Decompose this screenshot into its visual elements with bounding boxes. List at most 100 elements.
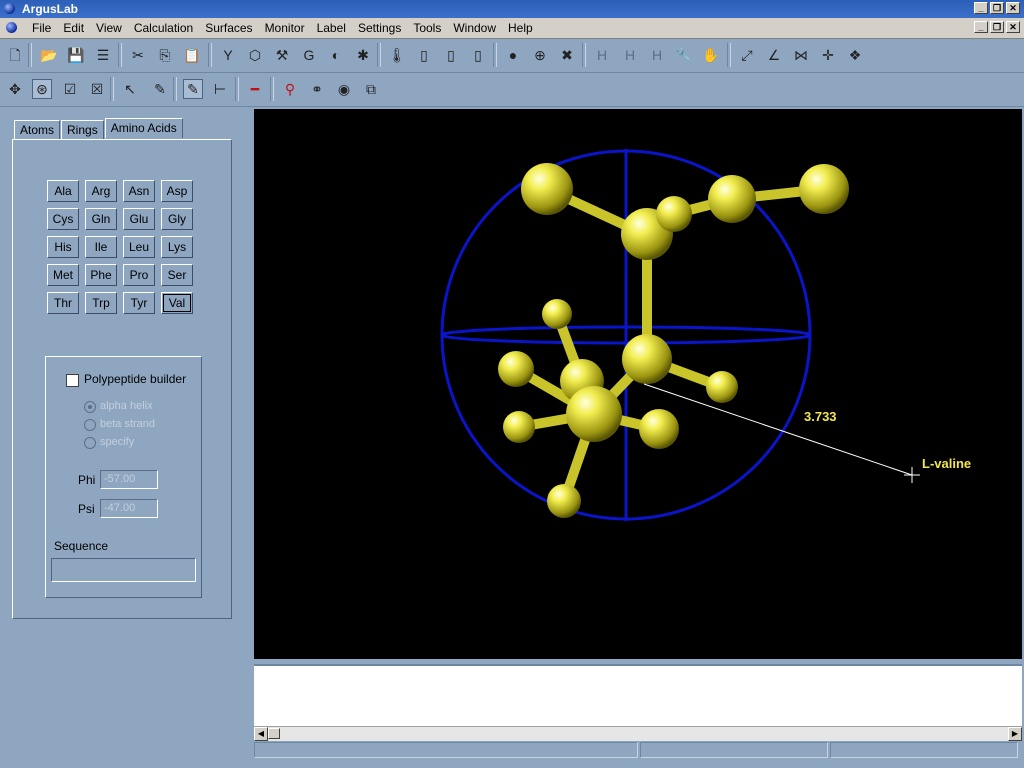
cage-icon[interactable]: ❖ [845,45,865,65]
dihedral-icon[interactable]: ⋈ [791,45,811,65]
document-icon[interactable] [6,22,17,33]
battery-mid-icon[interactable]: ▯ [441,45,461,65]
menu-edit[interactable]: Edit [57,20,90,36]
copy-icon[interactable]: ⎘ [155,45,175,65]
psi-field[interactable]: -47.00 [100,499,158,518]
menu-tools[interactable]: Tools [407,20,447,36]
menu-label[interactable]: Label [311,20,352,36]
amino-acid-button-met[interactable]: Met [47,264,79,286]
beta-strand-label: beta strand [100,418,156,430]
build-icon[interactable]: ⚒ [272,45,292,65]
phi-field[interactable]: -57.00 [100,470,158,489]
horizontal-scrollbar[interactable]: ◀ ▶ [254,726,1022,741]
wrench-icon[interactable]: 🔧 [674,45,694,65]
bond-icon[interactable]: ⤢ [737,45,757,65]
minimize-button[interactable]: _ [974,2,988,14]
windows-icon[interactable]: ⧉ [361,79,381,99]
amino-acid-button-val[interactable]: Val [161,292,193,314]
molecule-viewport[interactable]: 3.733 L-valine [254,109,1022,659]
doc-close-button[interactable]: ✕ [1006,21,1020,33]
ring-icon[interactable]: ⬡ [245,45,265,65]
amino-acid-button-ser[interactable]: Ser [161,264,193,286]
cut-icon[interactable]: ✂ [128,45,148,65]
two-atoms-icon[interactable]: ⚭ [307,79,327,99]
menu-settings[interactable]: Settings [352,20,407,36]
amino-acid-button-ile[interactable]: Ile [85,236,117,258]
hand-icon[interactable]: ✋ [701,45,721,65]
amino-acid-button-arg[interactable]: Arg [85,180,117,202]
scroll-thumb[interactable] [268,728,280,739]
specify-radio[interactable] [84,437,96,449]
translate-icon[interactable]: ✥ [5,79,25,99]
status-bar [254,742,1022,760]
scroll-right-button[interactable]: ▶ [1008,727,1022,741]
rotate-icon[interactable]: G [299,45,319,65]
pointer-icon[interactable]: ↖ [120,79,140,99]
menu-window[interactable]: Window [447,20,502,36]
beta-strand-radio[interactable] [84,419,96,431]
fragment-icon[interactable]: Y [218,45,238,65]
amino-acid-button-glu[interactable]: Glu [123,208,155,230]
amino-acid-button-ala[interactable]: Ala [47,180,79,202]
output-console[interactable] [254,664,1022,728]
sequence-input[interactable] [51,558,196,582]
doc-minimize-button[interactable]: _ [974,21,988,33]
restore-button[interactable]: ❐ [990,2,1004,14]
pencil-icon[interactable]: ✎ [150,79,170,99]
molecule-icon[interactable]: ✱ [353,45,373,65]
amino-acid-button-gln[interactable]: Gln [85,208,117,230]
minus-bond-icon[interactable]: ━ [245,79,265,99]
list-icon[interactable]: ☰ [93,45,113,65]
colored-spheres-icon[interactable]: ◉ [334,79,354,99]
add-atom-icon[interactable]: ⊕ [530,45,550,65]
amino-acid-button-phe[interactable]: Phe [85,264,117,286]
polypeptide-checkbox[interactable] [66,374,79,387]
save-icon[interactable]: 💾 [66,45,86,65]
scroll-left-button[interactable]: ◀ [254,727,268,741]
menu-surfaces[interactable]: Surfaces [199,20,258,36]
new-file-icon[interactable]: 🗋 [5,45,25,65]
paste-icon[interactable]: 📋 [182,45,202,65]
thermometer-icon[interactable]: 🌡 [387,45,407,65]
amino-acid-button-lys[interactable]: Lys [161,236,193,258]
amino-acid-button-his[interactable]: His [47,236,79,258]
hydrogen-remove-icon[interactable]: H [647,45,667,65]
angle-icon[interactable]: ∠ [764,45,784,65]
menu-view[interactable]: View [90,20,128,36]
molecule-canvas[interactable]: 3.733 L-valine [254,109,1022,659]
rotate-view-icon[interactable]: ⊛ [32,79,52,99]
amino-acid-button-leu[interactable]: Leu [123,236,155,258]
amino-acid-button-asn[interactable]: Asn [123,180,155,202]
hydrogen-icon[interactable]: H [592,45,612,65]
battery-low-icon[interactable]: ▯ [414,45,434,65]
doc-restore-button[interactable]: ❐ [990,21,1004,33]
menu-monitor[interactable]: Monitor [259,20,311,36]
amino-acid-button-asp[interactable]: Asp [161,180,193,202]
amino-acid-button-gly[interactable]: Gly [161,208,193,230]
tab-amino-acids[interactable]: Amino Acids [104,118,183,138]
amino-acid-button-cys[interactable]: Cys [47,208,79,230]
alpha-helix-radio[interactable] [84,401,96,413]
deselect-icon[interactable]: ☒ [87,79,107,99]
tab-rings[interactable]: Rings [61,120,104,140]
atom-dot-icon[interactable]: ● [503,45,523,65]
menu-calculation[interactable]: Calculation [128,20,199,36]
battery-high-icon[interactable]: ▯ [468,45,488,65]
tab-atoms[interactable]: Atoms [14,120,61,140]
draw-bond-icon[interactable]: ✎ [183,79,203,99]
hydrogen-edit-icon[interactable]: H [620,45,640,65]
amino-acid-button-trp[interactable]: Trp [85,292,117,314]
axes-icon[interactable]: ✛ [818,45,838,65]
select-icon[interactable]: ☑ [60,79,80,99]
amino-acid-button-pro[interactable]: Pro [123,264,155,286]
open-folder-icon[interactable]: 📂 [39,45,59,65]
close-button[interactable]: ✕ [1006,2,1020,14]
tree-icon[interactable]: ⊢ [210,79,230,99]
surface-icon[interactable]: ◐ [326,45,346,65]
amino-acid-button-tyr[interactable]: Tyr [123,292,155,314]
menu-file[interactable]: File [26,20,57,36]
menu-help[interactable]: Help [502,20,539,36]
amino-acid-button-thr[interactable]: Thr [47,292,79,314]
ball-stick-icon[interactable]: ⚲ [280,79,300,99]
delete-atom-icon[interactable]: ✖ [557,45,577,65]
